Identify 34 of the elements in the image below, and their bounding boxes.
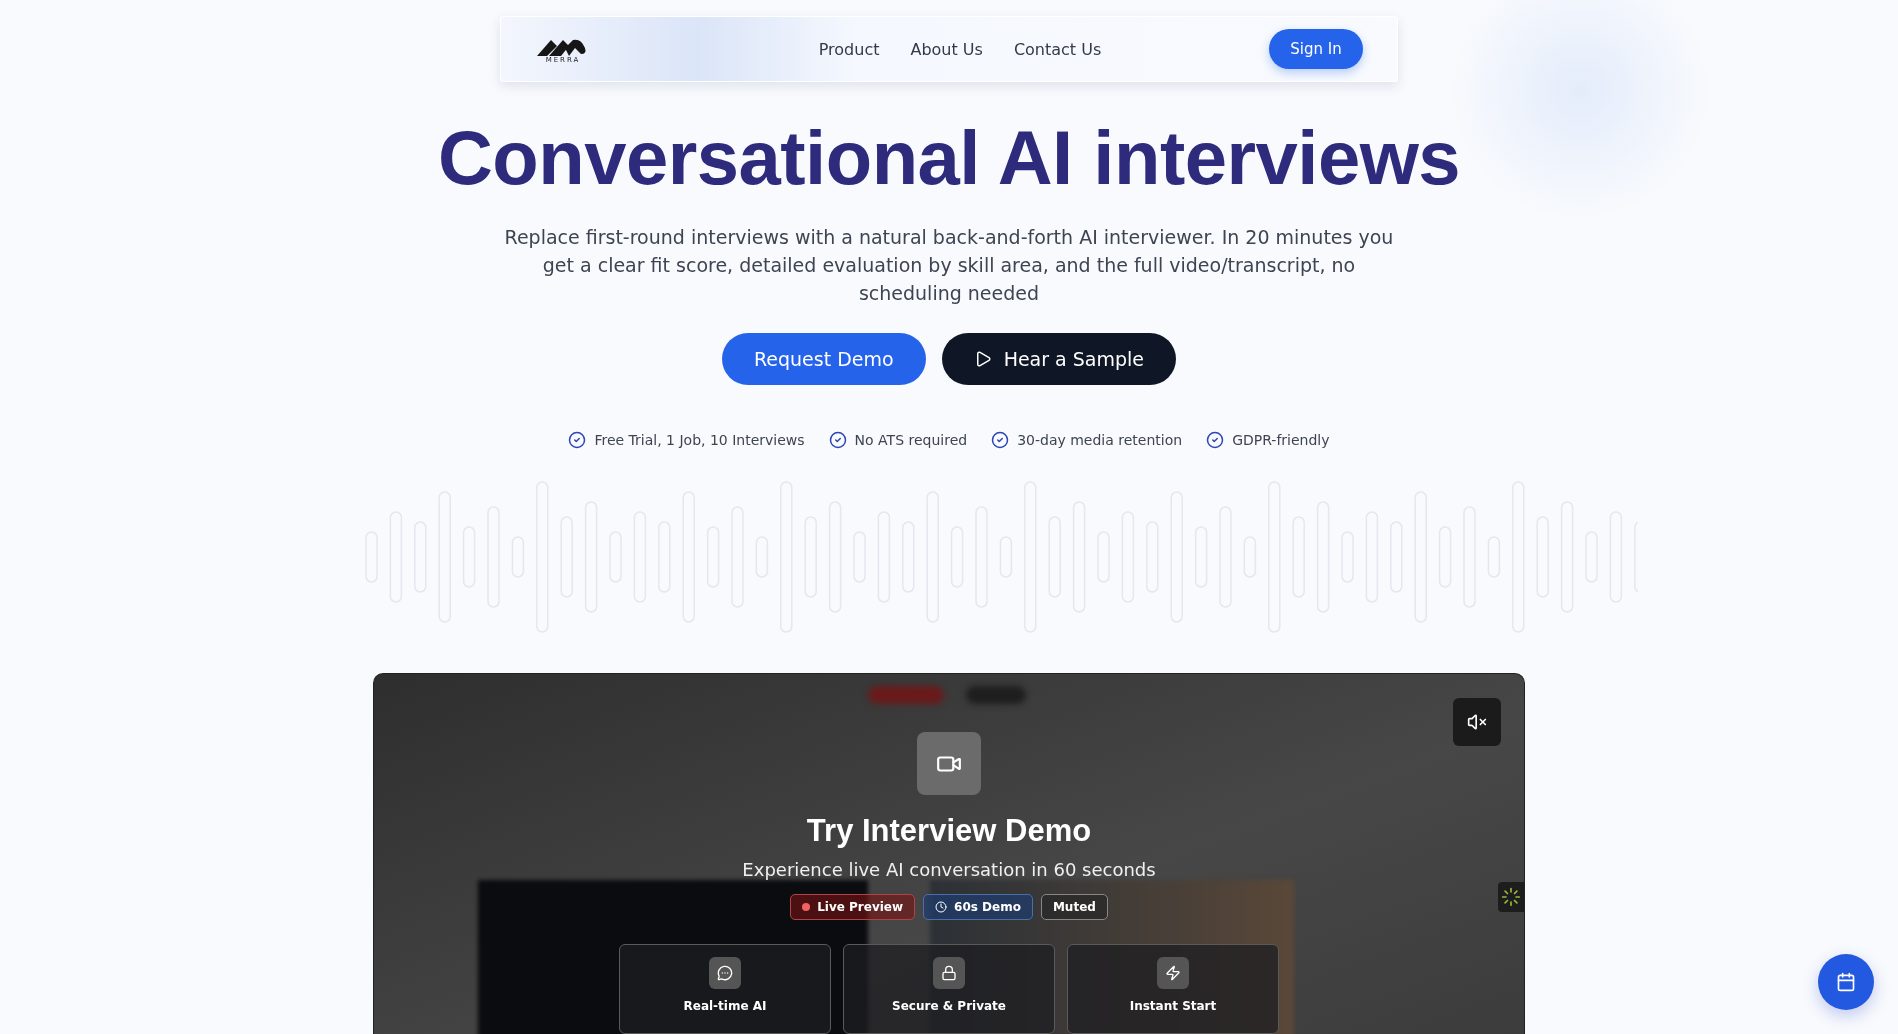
check-circle-icon (568, 431, 587, 449)
sample-button[interactable]: Hear a Sample (941, 333, 1177, 385)
demo-subtitle: Experience live AI conversation in 60 seconds (742, 859, 1156, 880)
live-dot-icon (802, 903, 811, 911)
sign-in-button[interactable]: Sign In (1269, 29, 1363, 69)
calendar-icon (1836, 972, 1856, 992)
check-circle-icon (991, 431, 1010, 449)
calendar-button[interactable] (1818, 954, 1874, 1010)
status-badge: 60s Demo (923, 894, 1033, 920)
nav-link[interactable]: Contact Us (1013, 39, 1102, 59)
lightning-icon (1157, 957, 1189, 989)
card-label: Secure & Private (892, 999, 1006, 1013)
nav-link[interactable]: About Us (910, 39, 983, 59)
card-label: Instant Start (1129, 999, 1217, 1013)
speaker-muted-icon (1467, 712, 1487, 732)
clock-icon (935, 901, 948, 913)
request-demo-button[interactable]: Request Demo (721, 333, 926, 385)
feature-item: No ATS required (828, 431, 968, 449)
status-badge: Live Preview (790, 894, 916, 920)
status-badge: Muted (1040, 894, 1108, 920)
card-label: Real-time AI (683, 999, 767, 1013)
lock-icon (933, 957, 965, 989)
feature-item: Free Trial, 1 Job, 10 Interviews (568, 431, 805, 449)
hero-description: Replace first-round interviews with a natural back-and-forth AI interviewer. In 20 minutes you get a clear fit score, detailed evaluation by skill area, and the full video/transcript, no scheduling needed (503, 225, 1395, 306)
feature-item: 30-day media retention (991, 431, 1183, 449)
mute-button[interactable] (1453, 698, 1501, 746)
chat-bubble-icon (709, 957, 741, 989)
check-circle-icon (1206, 431, 1225, 449)
nav-link[interactable]: Product (818, 39, 880, 59)
check-circle-icon (828, 431, 847, 449)
feature-item: GDPR-friendly (1206, 431, 1330, 449)
demo-title: Try Interview Demo (806, 813, 1092, 849)
blurred-pill (966, 686, 1026, 704)
hero-title: Conversational AI interviews (437, 114, 1461, 201)
